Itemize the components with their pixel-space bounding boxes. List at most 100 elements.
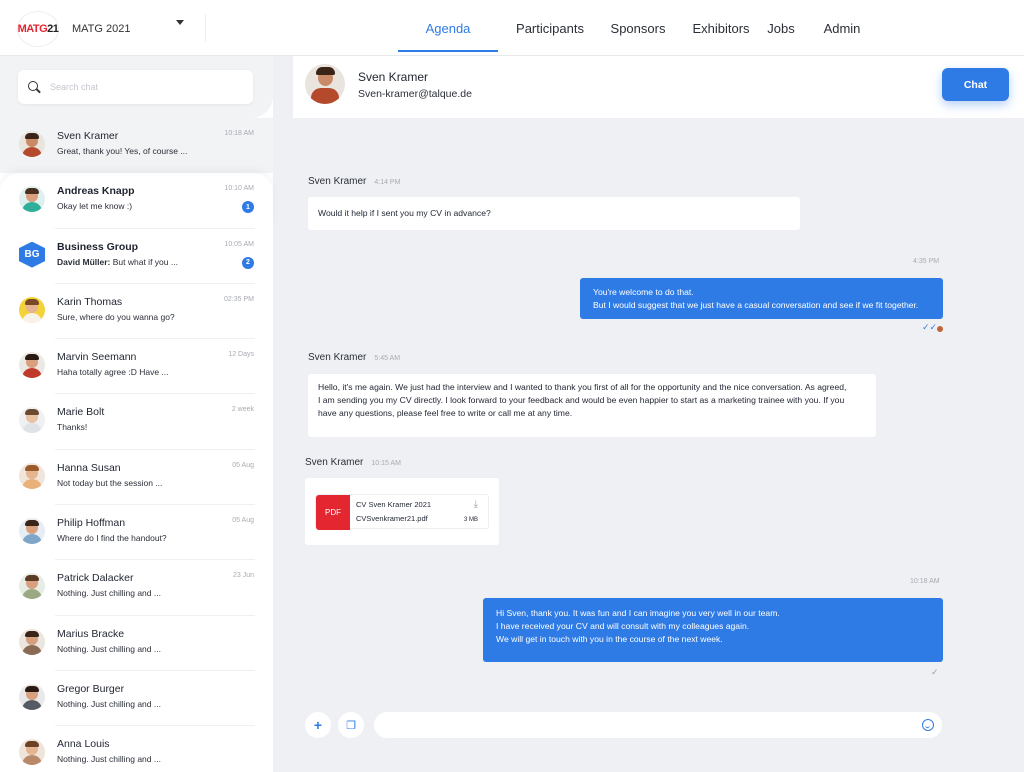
check-icon: ✓ bbox=[931, 667, 939, 677]
chat-item-hanna-susan[interactable]: Hanna Susan Not today but the session ..… bbox=[0, 450, 273, 506]
chat-preview: Nothing. Just chilling and ... bbox=[57, 754, 161, 765]
nav-sponsors[interactable]: Sponsors bbox=[607, 0, 669, 56]
chevron-down-icon[interactable] bbox=[176, 20, 184, 25]
nav-participants[interactable]: Participants bbox=[498, 0, 602, 56]
avatar bbox=[19, 186, 45, 213]
chat-time: 10:10 AM bbox=[224, 185, 254, 193]
cards-icon: ❐ bbox=[346, 719, 356, 732]
chat-time: 10:18 AM bbox=[224, 130, 254, 137]
chat-item-sven-kramer[interactable]: Sven Kramer Great, thank you! Yes, of co… bbox=[0, 118, 273, 174]
chat-name: Anna Louis bbox=[57, 738, 110, 751]
message-line: You're welcome to do that. bbox=[593, 287, 694, 297]
top-bar: MATG 21 MATG 2021 Agenda Participants Spo… bbox=[0, 0, 1024, 56]
chat-list: Sven Kramer Great, thank you! Yes, of co… bbox=[0, 118, 273, 772]
message-bubble-outgoing: You're welcome to do that. But I would s… bbox=[580, 278, 943, 319]
message-sender: Sven Kramer 5:45 AM bbox=[308, 352, 400, 363]
avatar bbox=[19, 573, 45, 600]
chat-item-karin-thomas[interactable]: Karin Thomas Sure, where do you wanna go… bbox=[0, 284, 273, 340]
nav-exhibitors[interactable]: Exhibitors bbox=[679, 0, 763, 56]
chat-time: 2 week bbox=[231, 406, 254, 414]
search-input[interactable] bbox=[50, 82, 240, 92]
chat-preview: Great, thank you! Yes, of course ... bbox=[57, 146, 188, 156]
nav-agenda[interactable]: Agenda bbox=[398, 0, 498, 56]
group-avatar: BG bbox=[19, 241, 45, 268]
message-line: We will get in touch with you in the cou… bbox=[496, 634, 723, 644]
chat-name: Business Group bbox=[57, 240, 139, 253]
message-bubble-incoming: Would it help if I sent you my CV in adv… bbox=[308, 197, 800, 230]
file-card: PDF CV Sven Kramer 2021 CVSvenkramer21.p… bbox=[315, 494, 489, 530]
avatar bbox=[19, 407, 45, 434]
message-time: 4:14 PM bbox=[374, 179, 401, 186]
search-panel bbox=[0, 56, 273, 118]
avatar bbox=[19, 131, 45, 157]
chat-preview: Nothing. Just chilling and ... bbox=[57, 643, 161, 654]
chat-preview: Sure, where do you wanna go? bbox=[57, 311, 175, 322]
emoji-icon[interactable] bbox=[922, 719, 934, 731]
search-icon bbox=[28, 81, 40, 93]
nav-jobs[interactable]: Jobs bbox=[763, 0, 799, 56]
plus-icon: + bbox=[313, 717, 323, 733]
download-icon[interactable]: ⤓ bbox=[474, 499, 478, 510]
chat-name: Hanna Susan bbox=[57, 461, 121, 474]
sender-name: Sven Kramer bbox=[308, 352, 367, 363]
message-bubble-incoming: Hello, it's me again. We just had the in… bbox=[308, 374, 876, 437]
message-time: 4:35 PM bbox=[913, 258, 940, 265]
chat-name: Karin Thomas bbox=[57, 295, 123, 308]
chat-item-marie-bolt[interactable]: Marie Bolt Thanks! 2 week bbox=[0, 394, 273, 450]
chat-button[interactable]: Chat bbox=[942, 68, 1009, 101]
chat-name: Marie Bolt bbox=[57, 406, 105, 419]
message-bubble-outgoing: Hi Sven, thank you. It was fun and I can… bbox=[483, 598, 943, 662]
chat-item-marvin-seemann[interactable]: Marvin Seemann Haha totally agree :D Hav… bbox=[0, 339, 273, 395]
contact-name: Sven Kramer bbox=[358, 70, 429, 84]
message-sender: Sven Kramer 10:15 AM bbox=[305, 457, 401, 468]
chat-item-andreas-knapp[interactable]: Andreas Knapp Okay let me know :) 10:10 … bbox=[0, 173, 273, 229]
chat-name: Marius Bracke bbox=[57, 627, 125, 640]
event-switcher[interactable]: MATG 21 MATG 2021 bbox=[18, 12, 131, 46]
contact-email: Sven-kramer@talque.de bbox=[358, 88, 472, 100]
chat-name: Sven Kramer bbox=[57, 130, 119, 142]
file-size: 3 MB bbox=[463, 517, 478, 523]
search-box[interactable] bbox=[18, 70, 253, 104]
avatar bbox=[19, 628, 45, 655]
chat-item-gregor-burger[interactable]: Gregor Burger Nothing. Just chilling and… bbox=[0, 671, 273, 727]
file-attachment[interactable]: PDF CV Sven Kramer 2021 CVSvenkramer21.p… bbox=[305, 478, 499, 545]
message-line: Hi Sven, thank you. It was fun and I can… bbox=[496, 608, 780, 618]
avatar bbox=[305, 64, 345, 104]
templates-button[interactable]: ❐ bbox=[338, 712, 364, 738]
message-time: 10:15 AM bbox=[371, 460, 401, 467]
message-line: Hello, it's me again. We just had the in… bbox=[318, 382, 847, 392]
chat-item-philip-hoffman[interactable]: Philip Hoffman Where do I find the hando… bbox=[0, 505, 273, 561]
chat-preview: Not today but the session ... bbox=[57, 477, 163, 488]
avatar bbox=[19, 352, 45, 379]
chat-name: Andreas Knapp bbox=[57, 185, 135, 198]
file-title: CV Sven Kramer 2021 bbox=[356, 500, 432, 509]
message-time: 5:45 AM bbox=[374, 355, 401, 362]
message-sender: Sven Kramer 4:14 PM bbox=[308, 176, 400, 187]
avatar bbox=[19, 518, 45, 545]
logo-text-dark: 21 bbox=[47, 23, 59, 35]
chat-item-business-group[interactable]: BG Business Group David Müller: But what… bbox=[0, 229, 273, 284]
sender-name: Sven Kramer bbox=[305, 457, 364, 468]
message-line: I am sending you my CV directly. I look … bbox=[318, 395, 845, 405]
event-name: MATG 2021 bbox=[72, 23, 131, 35]
double-check-icon: ✓✓ bbox=[922, 322, 938, 332]
chat-name: Philip Hoffman bbox=[57, 517, 126, 530]
chat-preview: Where do I find the handout? bbox=[57, 533, 167, 544]
main-nav: Agenda Participants Sponsors Exhibitors … bbox=[398, 0, 872, 56]
message-input[interactable] bbox=[388, 712, 908, 738]
chat-item-anna-louis[interactable]: Anna Louis Nothing. Just chilling and ..… bbox=[0, 726, 273, 772]
logo-text-red: MATG bbox=[17, 23, 48, 35]
chat-item-patrick-dalacker[interactable]: Patrick Dalacker Nothing. Just chilling … bbox=[0, 560, 273, 616]
unread-badge: 1 bbox=[242, 201, 254, 214]
nav-admin[interactable]: Admin bbox=[812, 0, 872, 56]
add-attachment-button[interactable]: + bbox=[305, 712, 331, 738]
avatar bbox=[19, 296, 45, 323]
chat-item-marius-bracke[interactable]: Marius Bracke Nothing. Just chilling and… bbox=[0, 616, 273, 671]
chat-time: 12 Days bbox=[228, 351, 254, 359]
message-line: But I would suggest that we just have a … bbox=[593, 300, 919, 310]
chat-preview: Thanks! bbox=[57, 422, 88, 433]
preview-text: But what if you ... bbox=[112, 256, 178, 267]
chat-preview: Haha totally agree :D Have ... bbox=[57, 367, 169, 378]
avatar bbox=[19, 462, 45, 489]
chat-name: Gregor Burger bbox=[57, 682, 125, 695]
